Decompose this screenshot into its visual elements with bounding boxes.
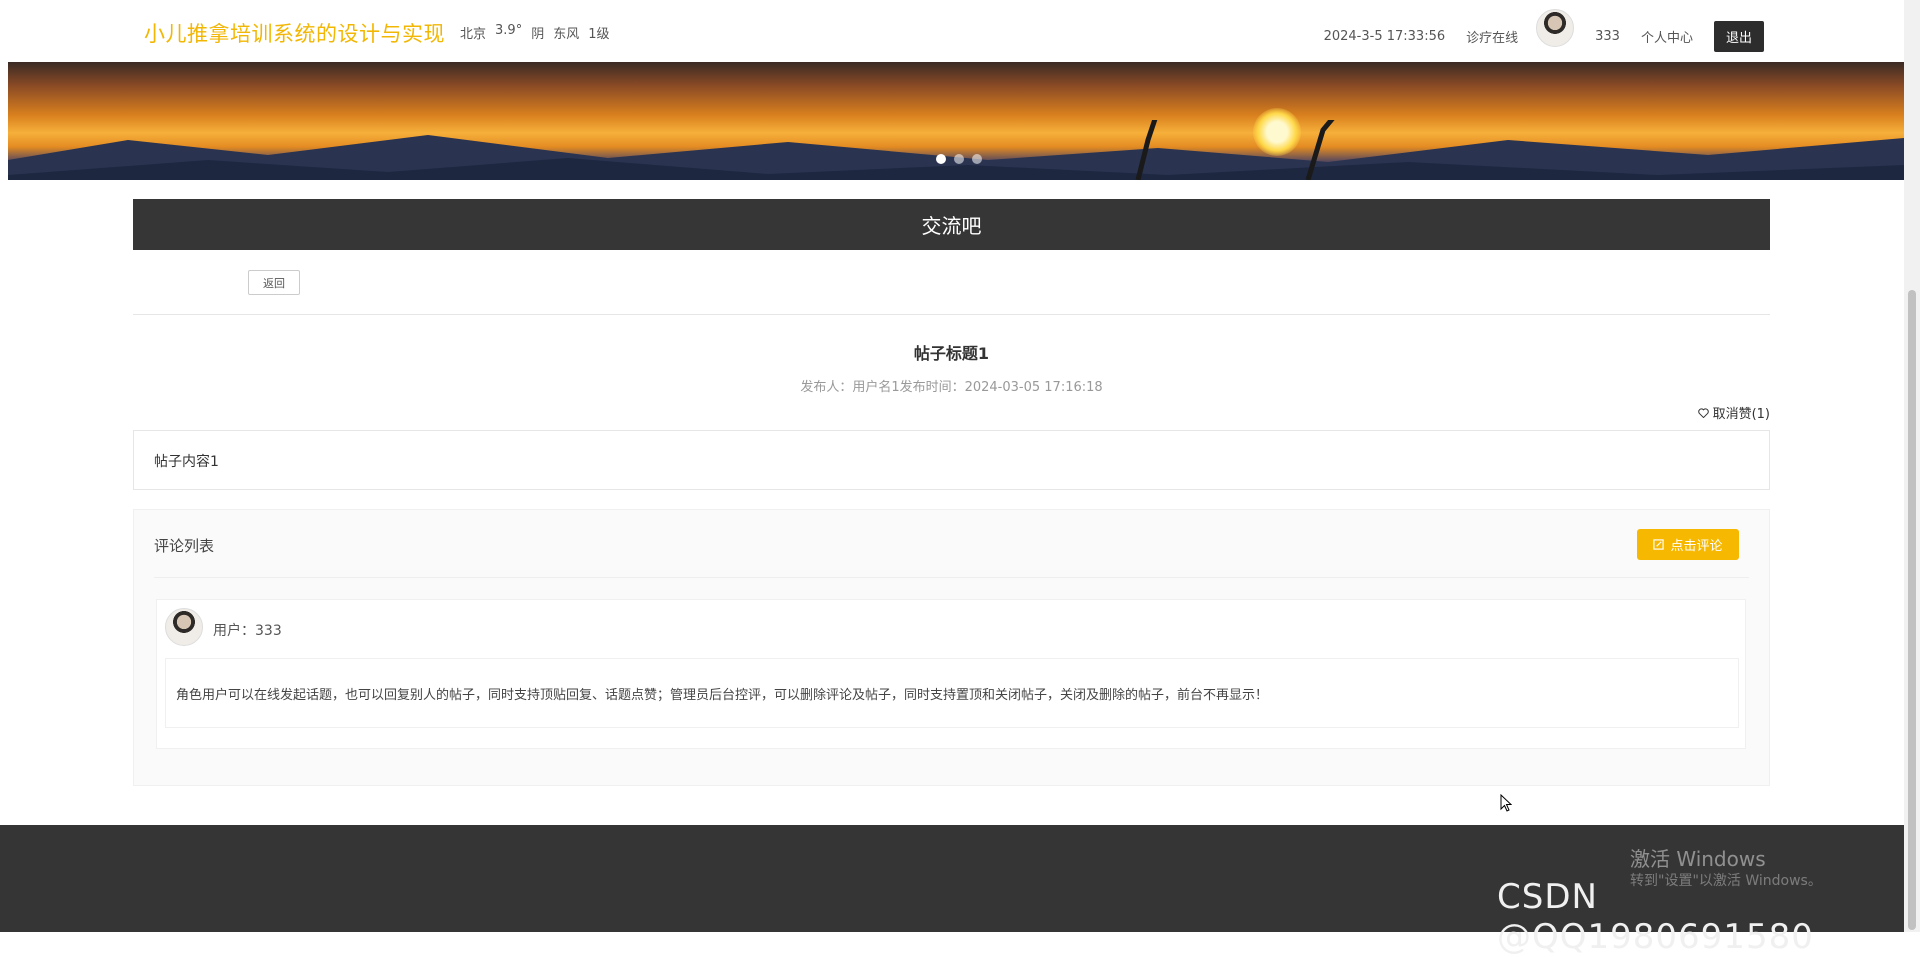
carousel-dot-2[interactable] (954, 154, 964, 164)
comment-user: 用户：333 (213, 623, 282, 639)
edit-icon (1653, 539, 1665, 550)
like-label: 取消赞(1) (1712, 407, 1770, 422)
windows-activation-watermark: 激活 Windows (1630, 847, 1766, 871)
avatar[interactable] (1536, 9, 1575, 47)
section-title-bar: 交流吧 (133, 199, 1770, 250)
comment-body: 角色用户可以在线发起话题，也可以回复别人的帖子，同时支持顶贴回复、话题点赞；管理… (165, 658, 1739, 728)
clinic-link[interactable]: 诊疗在线 (1466, 27, 1518, 46)
page-scrollbar[interactable] (1904, 0, 1920, 932)
post-title: 帖子标题1 (913, 344, 990, 363)
post-content-text: 帖子内容1 (154, 454, 219, 470)
profile-link[interactable]: 个人中心 (1641, 27, 1693, 46)
post-meta: 发布人：用户名1发布时间：2024-03-05 17:16:18 (800, 380, 1103, 395)
comments-divider (154, 577, 1749, 578)
post-content: 帖子内容1 (133, 430, 1770, 490)
weather-wind: 东风 (553, 27, 580, 42)
user-bar: 2024-3-5 17:33:56 诊疗在线 333 个人中心 退出 (1303, 9, 1764, 62)
username: 333 (1595, 28, 1620, 44)
comment-avatar (165, 608, 203, 646)
csdn-watermark: CSDN @QQ1980691580 (1497, 877, 1814, 957)
header: 小儿推拿培训系统的设计与实现 北京 3.9° 阴 东风 1级 2024-3-5 … (0, 0, 1904, 62)
weather-temp: 3.9° (495, 23, 523, 38)
banner-mountains (8, 120, 1904, 180)
banner-carousel[interactable] (8, 62, 1904, 180)
comments-heading: 评论列表 (154, 537, 215, 555)
heart-icon (1697, 407, 1709, 418)
comment-item: 用户：333 角色用户可以在线发起话题，也可以回复别人的帖子，同时支持顶贴回复、… (156, 599, 1746, 749)
weather-widget: 北京 3.9° 阴 东风 1级 (460, 23, 610, 42)
comment-text: 角色用户可以在线发起话题，也可以回复别人的帖子，同时支持顶贴回复、话题点赞；管理… (176, 688, 1269, 703)
weather-condition: 阴 (531, 27, 545, 42)
back-button[interactable]: 返回 (248, 270, 300, 295)
site-title[interactable]: 小儿推拿培训系统的设计与实现 (144, 18, 445, 48)
comments-panel: 评论列表 点击评论 用户：333 角色用户可以在线发起话题，也可以回复别人的帖子… (133, 509, 1770, 786)
carousel-dot-3[interactable] (972, 154, 982, 164)
weather-level: 1级 (588, 27, 610, 42)
mouse-cursor-icon (1500, 794, 1512, 812)
divider (133, 314, 1770, 315)
carousel-dots (936, 154, 982, 164)
carousel-dot-1[interactable] (936, 154, 946, 164)
logout-button[interactable]: 退出 (1713, 20, 1764, 52)
datetime: 2024-3-5 17:33:56 (1323, 28, 1446, 44)
weather-city: 北京 (460, 27, 487, 42)
add-comment-button[interactable]: 点击评论 (1637, 529, 1739, 560)
add-comment-label: 点击评论 (1670, 539, 1723, 554)
scrollbar-thumb[interactable] (1908, 290, 1916, 930)
unlike-button[interactable]: 取消赞(1) (1697, 403, 1770, 422)
section-title: 交流吧 (921, 214, 982, 238)
